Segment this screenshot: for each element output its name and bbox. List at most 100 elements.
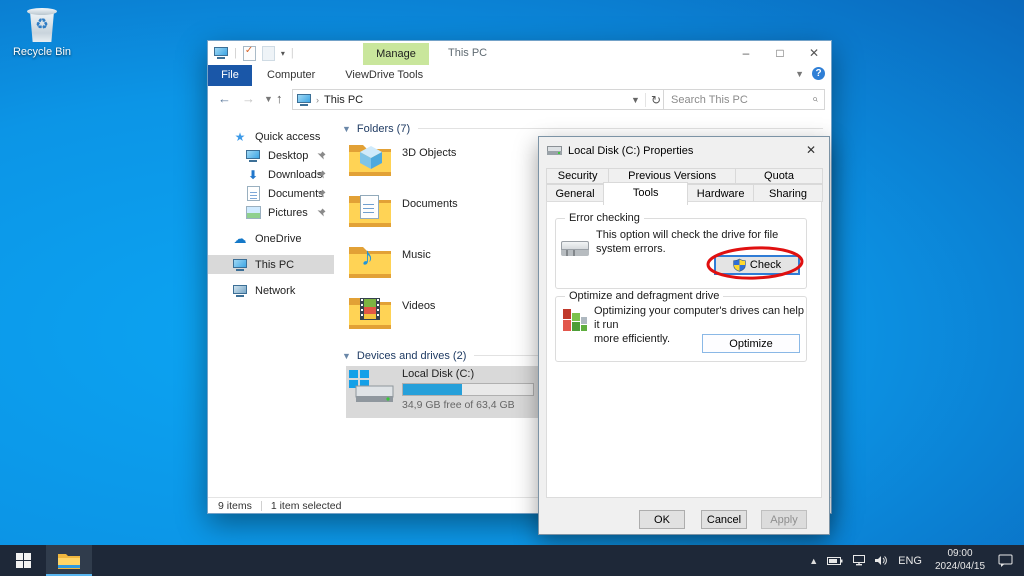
sidebar-item-pictures[interactable]: Pictures xyxy=(208,203,334,222)
cancel-button[interactable]: Cancel xyxy=(701,510,747,529)
sidebar-item-documents[interactable]: Documents xyxy=(208,184,334,203)
taskbar: ▲ ENG 09:00 2024/04/15 xyxy=(0,545,1024,576)
sidebar-item-onedrive[interactable]: ☁ OneDrive xyxy=(208,229,334,248)
sidebar-item-desktop[interactable]: Desktop xyxy=(208,146,334,165)
sidebar-label: Desktop xyxy=(268,150,308,162)
breadcrumb-this-pc[interactable]: This PC xyxy=(324,94,363,106)
tab-general[interactable]: General xyxy=(546,184,604,202)
item-label: Music xyxy=(402,249,431,261)
item-label: 3D Objects xyxy=(402,147,456,159)
capacity-bar xyxy=(402,383,534,396)
dialog-close-icon[interactable]: ✕ xyxy=(793,137,829,163)
recent-locations-icon[interactable]: ▼ xyxy=(264,94,273,104)
windows-logo-icon xyxy=(16,553,31,568)
recycle-bin[interactable]: ♻ Recycle Bin xyxy=(10,8,74,58)
drive-usage: 34,9 GB free of 63,4 GB xyxy=(402,399,534,411)
network-icon[interactable] xyxy=(852,555,866,566)
tab-sharing[interactable]: Sharing xyxy=(753,184,823,202)
tab-drive-tools[interactable]: Drive Tools xyxy=(363,65,429,86)
sidebar-item-quick-access[interactable]: ★ Quick access xyxy=(208,127,334,146)
group-legend: Optimize and defragment drive xyxy=(565,290,723,302)
collapse-chevron-icon: ▼ xyxy=(342,351,351,361)
ok-label: OK xyxy=(654,514,670,526)
check-button[interactable]: Check xyxy=(714,255,800,275)
defragment-icon xyxy=(562,307,588,333)
desktop-icon xyxy=(245,150,261,162)
forward-button[interactable]: → xyxy=(242,91,255,106)
folder-icon xyxy=(348,192,392,228)
computer-icon[interactable] xyxy=(214,47,228,59)
group-legend: Error checking xyxy=(565,212,644,224)
local-disk-icon xyxy=(348,368,394,404)
drive-icon xyxy=(547,145,562,156)
taskbar-explorer-button[interactable] xyxy=(46,545,92,576)
apply-button: Apply xyxy=(761,510,807,529)
tab-quota[interactable]: Quota xyxy=(735,168,823,184)
sidebar-item-this-pc[interactable]: This PC xyxy=(208,255,334,274)
error-checking-group: Error checking This option will check th… xyxy=(555,218,807,289)
system-tray: ▲ ENG 09:00 2024/04/15 xyxy=(809,545,1024,576)
dialog-title: Local Disk (C:) Properties xyxy=(568,145,693,157)
quick-access-toolbar: | ✓ ▾ | xyxy=(214,44,294,62)
ribbon-expand-icon[interactable]: ▼ xyxy=(795,69,804,79)
network-icon xyxy=(232,285,248,297)
navigation-bar: ← → ▼ ↑ › This PC ▼ ↻ xyxy=(208,86,831,113)
properties-dialog: Local Disk (C:) Properties ✕ Security Pr… xyxy=(538,136,830,535)
collapse-chevron-icon: ▼ xyxy=(342,124,351,134)
sidebar-item-downloads[interactable]: ⬇ Downloads xyxy=(208,165,334,184)
desktop: ♻ Recycle Bin | ✓ ▾ | Manage This PC – □… xyxy=(0,0,1024,576)
document-icon xyxy=(245,186,261,201)
clock-date: 2024/04/15 xyxy=(931,561,989,574)
battery-icon[interactable] xyxy=(827,556,843,566)
search-input[interactable] xyxy=(664,94,813,106)
start-button[interactable] xyxy=(0,545,46,576)
document-sheet-icon xyxy=(360,195,379,219)
optimize-button-label: Optimize xyxy=(729,338,772,350)
tab-file[interactable]: File xyxy=(208,65,252,86)
folder-icon: ♪ xyxy=(348,243,392,279)
action-center-icon[interactable] xyxy=(998,554,1014,567)
tab-security[interactable]: Security xyxy=(546,168,609,184)
properties-icon[interactable]: ✓ xyxy=(243,46,256,61)
tab-computer[interactable]: Computer xyxy=(252,65,330,86)
capacity-bar-fill xyxy=(403,384,462,395)
refresh-icon[interactable]: ↻ xyxy=(645,93,661,107)
file-explorer-icon xyxy=(57,552,81,570)
sidebar-item-network[interactable]: Network xyxy=(208,281,334,300)
navigation-pane: ★ Quick access Desktop ⬇ Downloads Docum… xyxy=(208,112,334,498)
address-bar[interactable]: › This PC ▼ ↻ xyxy=(292,89,666,110)
sidebar-label: OneDrive xyxy=(255,233,301,245)
back-button[interactable]: ← xyxy=(218,91,231,106)
pin-icon xyxy=(317,189,326,201)
tray-expand-icon[interactable]: ▲ xyxy=(809,556,818,566)
star-icon: ★ xyxy=(232,130,248,144)
folder-icon xyxy=(348,294,392,330)
tab-hardware[interactable]: Hardware xyxy=(687,184,754,202)
qat-dropdown-icon[interactable]: ▾ xyxy=(281,49,285,58)
folders-header[interactable]: ▼ Folders (7) xyxy=(342,120,823,137)
onedrive-cloud-icon: ☁ xyxy=(232,231,248,247)
tools-tab-page: Error checking This option will check th… xyxy=(546,201,822,498)
item-count: 9 items xyxy=(218,500,252,512)
pin-icon xyxy=(317,208,326,220)
language-indicator[interactable]: ENG xyxy=(898,555,922,567)
cube-icon xyxy=(360,146,382,169)
optimize-button[interactable]: Optimize xyxy=(702,334,800,353)
help-icon[interactable]: ? xyxy=(812,67,825,80)
pin-icon xyxy=(317,151,326,163)
apply-label: Apply xyxy=(770,514,798,526)
address-dropdown-icon[interactable]: ▼ xyxy=(631,95,640,105)
new-folder-icon[interactable] xyxy=(262,46,275,61)
explorer-titlebar: | ✓ ▾ | Manage This PC – □ ✕ xyxy=(208,41,831,65)
sidebar-label: Network xyxy=(255,285,295,297)
ok-button[interactable]: OK xyxy=(639,510,685,529)
drive-name: Local Disk (C:) xyxy=(402,368,534,380)
close-button[interactable]: ✕ xyxy=(797,41,831,65)
volume-icon[interactable] xyxy=(875,555,889,566)
tab-tools[interactable]: Tools xyxy=(603,182,688,205)
up-button[interactable]: ↑ xyxy=(276,91,283,106)
maximize-button[interactable]: □ xyxy=(763,41,797,65)
minimize-button[interactable]: – xyxy=(729,41,763,65)
search-box xyxy=(663,89,825,110)
taskbar-clock[interactable]: 09:00 2024/04/15 xyxy=(931,548,989,573)
